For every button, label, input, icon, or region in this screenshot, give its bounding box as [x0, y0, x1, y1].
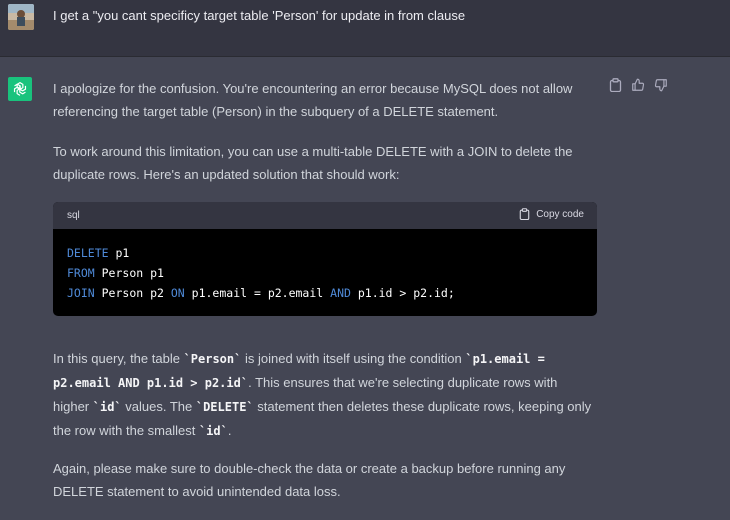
text-run: .: [227, 423, 232, 438]
code-language-label: sql: [67, 210, 80, 221]
code-line: FROM Person p1: [67, 263, 583, 283]
assistant-paragraph-explanation: In this query, the table `Person` is joi…: [53, 347, 593, 443]
assistant-paragraph-intro: I apologize for the confusion. You're en…: [53, 81, 573, 119]
code-text: p1.id > p2.id;: [350, 286, 455, 300]
clipboard-icon[interactable]: [608, 78, 622, 92]
text-run: values. The: [121, 399, 196, 414]
code-keyword: FROM: [67, 266, 95, 280]
code-keyword: JOIN: [67, 286, 95, 300]
copy-code-button[interactable]: Copy code: [519, 208, 584, 220]
code-text: Person p1: [94, 266, 164, 280]
copy-code-label: Copy code: [536, 208, 584, 220]
user-avatar: [8, 4, 34, 30]
code-text: p1.email = p2.email: [184, 286, 331, 300]
clipboard-icon: [519, 208, 530, 220]
user-message-row: I get a "you cant specificy target table…: [0, 0, 730, 57]
text-run: In this query, the table: [53, 351, 184, 366]
assistant-paragraph-warning: Again, please make sure to double-check …: [53, 461, 566, 499]
inline-code: `id`: [92, 400, 122, 414]
code-block-header: sql Copy code: [53, 202, 597, 229]
thumbs-up-icon[interactable]: [631, 78, 645, 92]
assistant-paragraph-workaround: To work around this limitation, you can …: [53, 144, 573, 182]
user-message-text: I get a "you cant specificy target table…: [53, 8, 466, 23]
code-keyword: DELETE: [67, 246, 109, 260]
text-run: is joined with itself using the conditio…: [241, 351, 466, 366]
code-content: DELETE p1 FROM Person p1 JOIN Person p2 ON…: [53, 229, 597, 303]
inline-code: `id`: [198, 424, 228, 438]
openai-logo-icon: [8, 77, 32, 101]
code-text: p1: [108, 246, 130, 260]
code-keyword: AND: [330, 286, 351, 300]
inline-code: `Person`: [183, 352, 242, 366]
inline-code: `DELETE`: [195, 400, 254, 414]
code-text: Person p2: [94, 286, 171, 300]
message-actions: [608, 78, 668, 92]
thumbs-down-icon[interactable]: [654, 78, 668, 92]
code-block: sql Copy code DELETE p1 FROM Person p1 JOI…: [53, 202, 597, 316]
code-line: DELETE p1: [67, 243, 583, 263]
code-keyword: ON: [170, 286, 185, 300]
code-line: JOIN Person p2 ON p1.email = p2.email AN…: [67, 283, 583, 303]
